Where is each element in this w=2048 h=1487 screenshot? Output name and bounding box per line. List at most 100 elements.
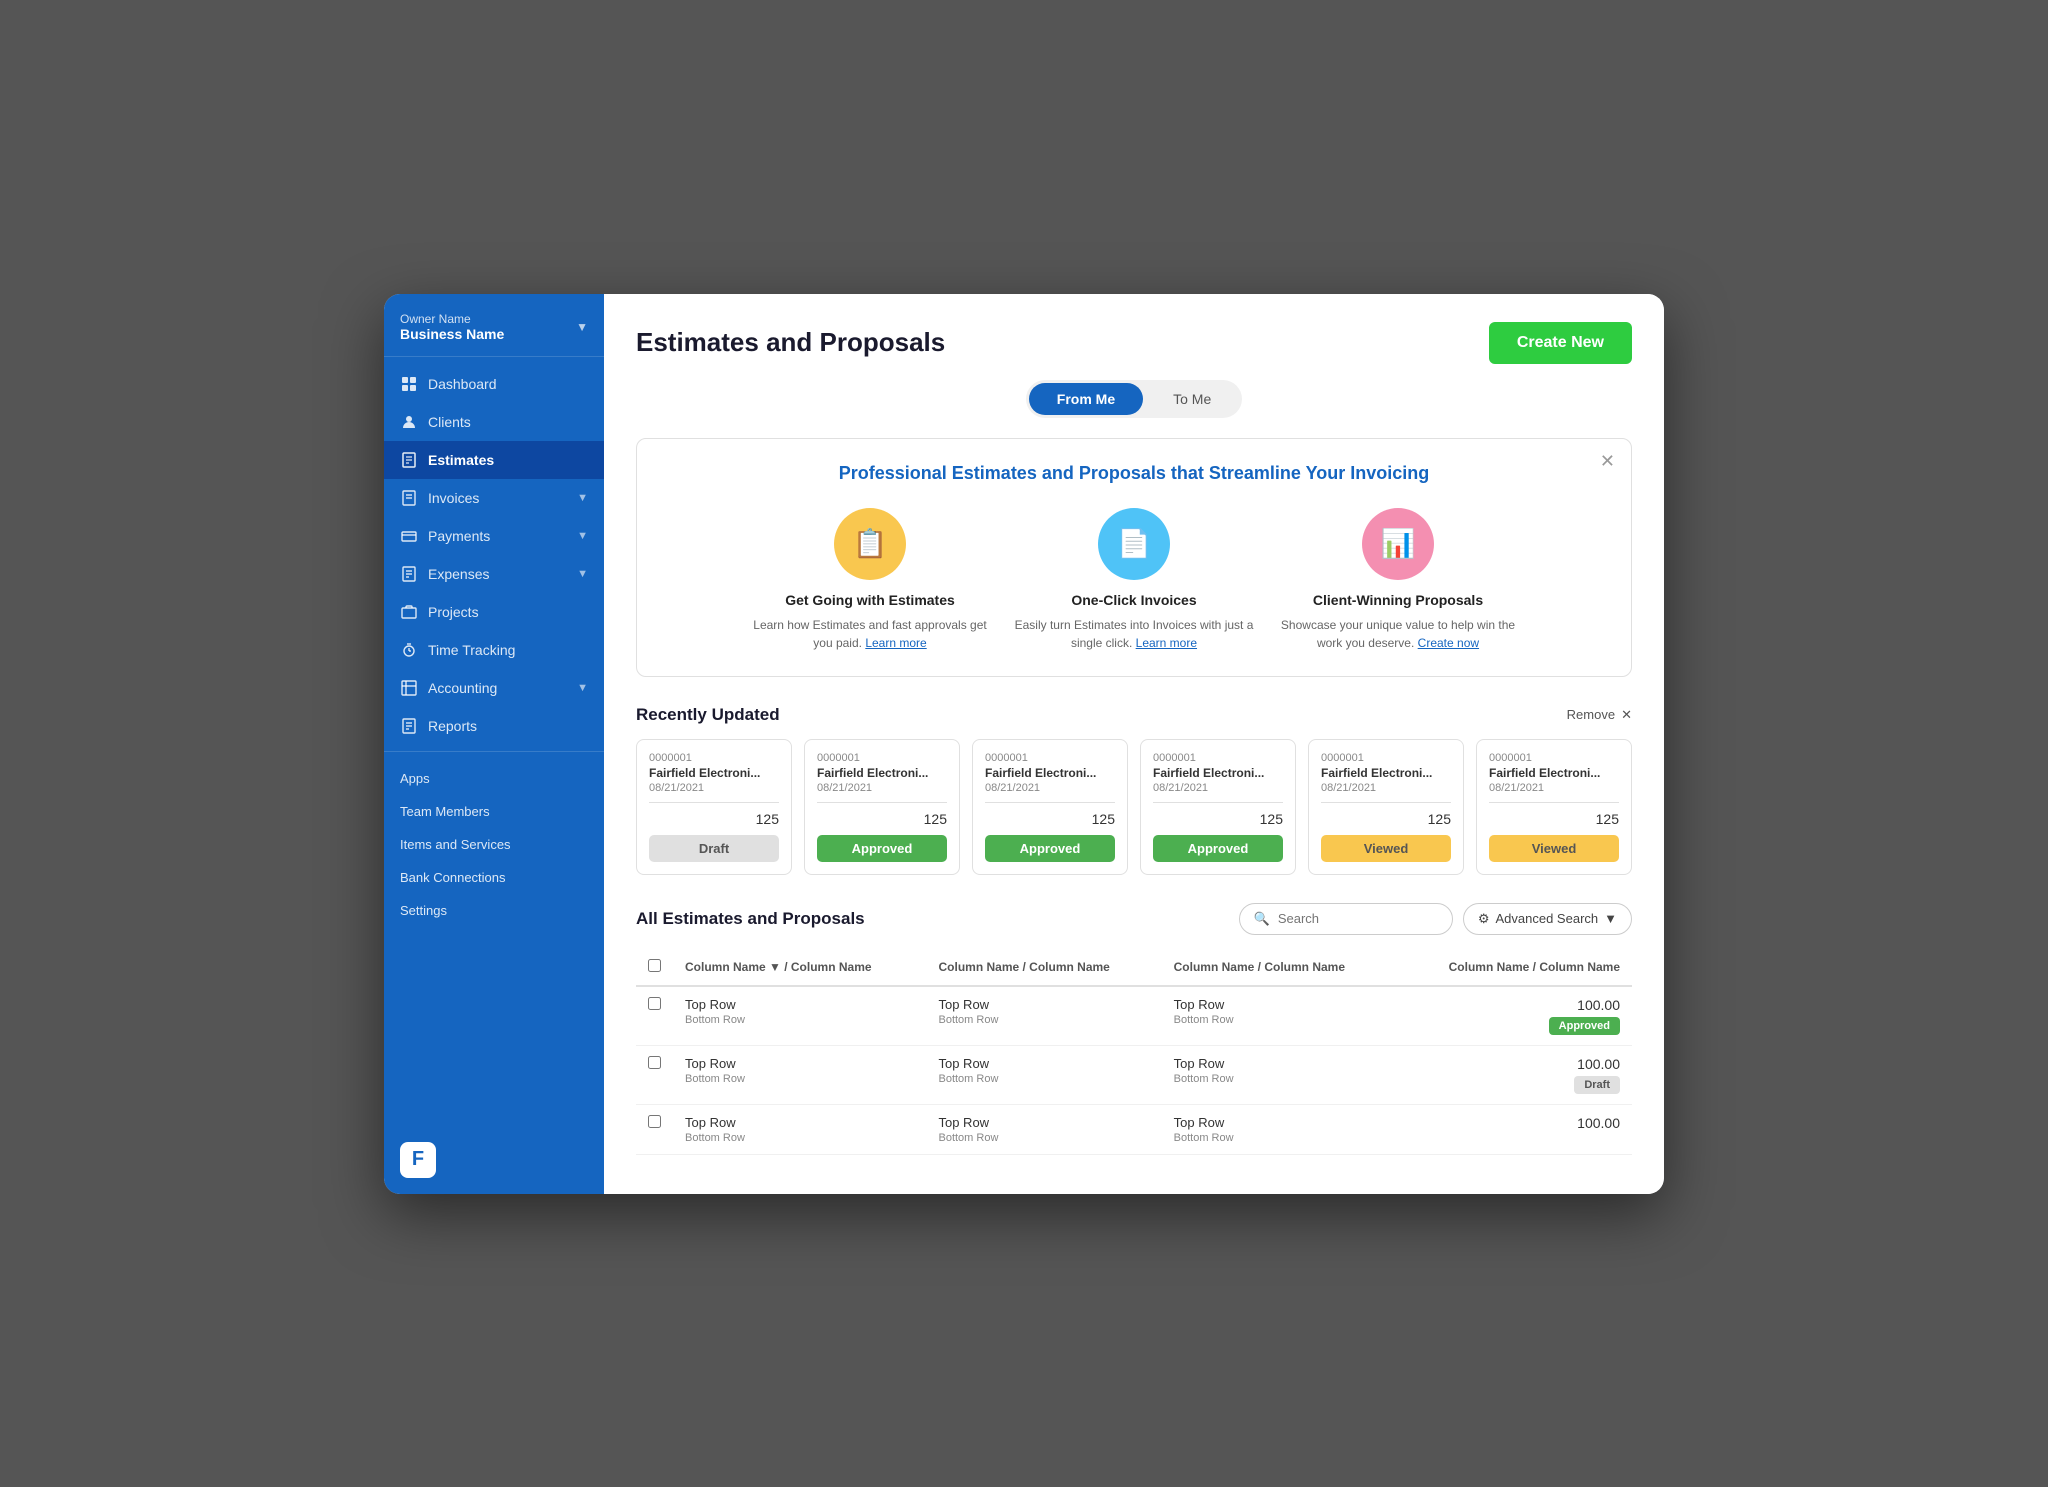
estimates-icon (400, 451, 418, 469)
sidebar-item-reports[interactable]: Reports (384, 707, 604, 745)
promo-cards: 📋 Get Going with Estimates Learn how Est… (669, 508, 1599, 652)
sidebar-item-projects[interactable]: Projects (384, 593, 604, 631)
select-all-column (636, 949, 673, 986)
reports-icon (400, 717, 418, 735)
card-status: Approved (1153, 835, 1283, 862)
table-cell: Top Row Bottom Row (1162, 1104, 1397, 1154)
sidebar-item-expenses[interactable]: Expenses ▼ (384, 555, 604, 593)
team-members-label: Team Members (400, 804, 490, 819)
estimates-table: Column Name ▼ / Column Name Column Name … (636, 949, 1632, 1155)
remove-button[interactable]: Remove ✕ (1567, 707, 1632, 723)
promo-title: Professional Estimates and Proposals tha… (669, 463, 1599, 484)
sidebar-item-accounting[interactable]: Accounting ▼ (384, 669, 604, 707)
table-cell: Top Row Bottom Row (926, 986, 1161, 1046)
select-all-checkbox[interactable] (648, 959, 661, 972)
row-checkbox[interactable] (648, 997, 661, 1010)
adv-search-chevron-icon: ▼ (1604, 911, 1617, 926)
sidebar-divider (384, 751, 604, 752)
search-input[interactable] (1278, 911, 1438, 926)
sidebar-item-label: Payments (428, 528, 490, 544)
card-date: 08/21/2021 (649, 782, 779, 794)
promo-estimates-link[interactable]: Learn more (865, 636, 926, 650)
recent-card[interactable]: 0000001 Fairfield Electroni... 08/21/202… (804, 739, 960, 875)
row-checkbox[interactable] (648, 1056, 661, 1069)
card-amount: 125 (649, 811, 779, 827)
promo-invoices-desc: Easily turn Estimates into Invoices with… (1014, 616, 1254, 652)
sidebar-item-label: Time Tracking (428, 642, 515, 658)
accounting-chevron-icon: ▼ (577, 682, 588, 694)
page-header: Estimates and Proposals Create New (636, 322, 1632, 364)
card-amount: 125 (1489, 811, 1619, 827)
sidebar-item-items-services[interactable]: Items and Services (384, 828, 604, 861)
advanced-search-button[interactable]: ⚙ Advanced Search ▼ (1463, 903, 1632, 935)
expenses-chevron-icon: ▼ (577, 568, 588, 580)
table-row[interactable]: Top Row Bottom Row Top Row Bottom Row To… (636, 1045, 1632, 1104)
card-date: 08/21/2021 (985, 782, 1115, 794)
sidebar-item-label: Estimates (428, 452, 494, 468)
sidebar-item-dashboard[interactable]: Dashboard (384, 365, 604, 403)
search-icon: 🔍 (1254, 911, 1270, 927)
card-number: 0000001 (1321, 752, 1451, 764)
sidebar-item-estimates[interactable]: Estimates (384, 441, 604, 479)
card-number: 0000001 (649, 752, 779, 764)
tab-from-me[interactable]: From Me (1029, 383, 1143, 415)
row-checkbox[interactable] (648, 1115, 661, 1128)
promo-banner: ✕ Professional Estimates and Proposals t… (636, 438, 1632, 677)
sidebar-item-label: Projects (428, 604, 479, 620)
card-date: 08/21/2021 (1489, 782, 1619, 794)
dashboard-icon (400, 375, 418, 393)
all-estimates-header: All Estimates and Proposals 🔍 ⚙ Advanced… (636, 903, 1632, 935)
recent-card[interactable]: 0000001 Fairfield Electroni... 08/21/202… (1308, 739, 1464, 875)
status-badge: Approved (1549, 1017, 1620, 1035)
card-amount: 125 (1153, 811, 1283, 827)
recent-card[interactable]: 0000001 Fairfield Electroni... 08/21/202… (1140, 739, 1296, 875)
table-row[interactable]: Top Row Bottom Row Top Row Bottom Row To… (636, 1104, 1632, 1154)
sidebar-item-bank-connections[interactable]: Bank Connections (384, 861, 604, 894)
recent-card[interactable]: 0000001 Fairfield Electroni... 08/21/202… (972, 739, 1128, 875)
sidebar-item-label: Accounting (428, 680, 497, 696)
table-cell: Top Row Bottom Row (673, 1104, 926, 1154)
card-name: Fairfield Electroni... (1153, 766, 1283, 780)
sidebar-item-payments[interactable]: Payments ▼ (384, 517, 604, 555)
table-cell: Top Row Bottom Row (1162, 986, 1397, 1046)
sidebar-item-settings[interactable]: Settings (384, 894, 604, 927)
card-number: 0000001 (985, 752, 1115, 764)
table-cell: Top Row Bottom Row (926, 1104, 1161, 1154)
col-header-2: Column Name / Column Name (926, 949, 1161, 986)
sidebar-business-name: Business Name (400, 326, 504, 342)
card-divider (1321, 802, 1451, 803)
promo-proposals-title: Client-Winning Proposals (1313, 592, 1483, 608)
sidebar-item-clients[interactable]: Clients (384, 403, 604, 441)
table-row[interactable]: Top Row Bottom Row Top Row Bottom Row To… (636, 986, 1632, 1046)
sidebar-item-label: Reports (428, 718, 477, 734)
sidebar-header[interactable]: Owner Name Business Name ▼ (384, 294, 604, 357)
status-badge: Draft (1574, 1076, 1620, 1094)
card-date: 08/21/2021 (1321, 782, 1451, 794)
card-amount: 125 (817, 811, 947, 827)
card-name: Fairfield Electroni... (649, 766, 779, 780)
promo-close-button[interactable]: ✕ (1600, 451, 1615, 472)
sidebar-item-apps[interactable]: Apps (384, 762, 604, 795)
table-cell-amount: 100.00 (1397, 1104, 1632, 1154)
sidebar-item-team-members[interactable]: Team Members (384, 795, 604, 828)
all-estimates-title: All Estimates and Proposals (636, 909, 865, 929)
app-window: Owner Name Business Name ▼ Dashboard Cli… (384, 294, 1664, 1194)
table-cell-amount: 100.00 Approved (1397, 986, 1632, 1046)
create-new-button[interactable]: Create New (1489, 322, 1632, 364)
promo-proposals-icon: 📊 (1362, 508, 1434, 580)
promo-invoices-link[interactable]: Learn more (1136, 636, 1197, 650)
promo-card-proposals: 📊 Client-Winning Proposals Showcase your… (1278, 508, 1518, 652)
card-divider (985, 802, 1115, 803)
sidebar-item-time-tracking[interactable]: Time Tracking (384, 631, 604, 669)
main-content: Estimates and Proposals Create New From … (604, 294, 1664, 1194)
card-number: 0000001 (1153, 752, 1283, 764)
recent-card[interactable]: 0000001 Fairfield Electroni... 08/21/202… (1476, 739, 1632, 875)
recent-card[interactable]: 0000001 Fairfield Electroni... 08/21/202… (636, 739, 792, 875)
sidebar-item-invoices[interactable]: Invoices ▼ (384, 479, 604, 517)
tab-to-me[interactable]: To Me (1145, 383, 1239, 415)
sidebar-owner-name: Owner Name (400, 312, 504, 326)
promo-proposals-link[interactable]: Create now (1418, 636, 1479, 650)
sidebar-item-label: Clients (428, 414, 471, 430)
promo-estimates-desc: Learn how Estimates and fast approvals g… (750, 616, 990, 652)
sidebar-nav: Dashboard Clients Estimates Invoices ▼ (384, 357, 604, 1130)
